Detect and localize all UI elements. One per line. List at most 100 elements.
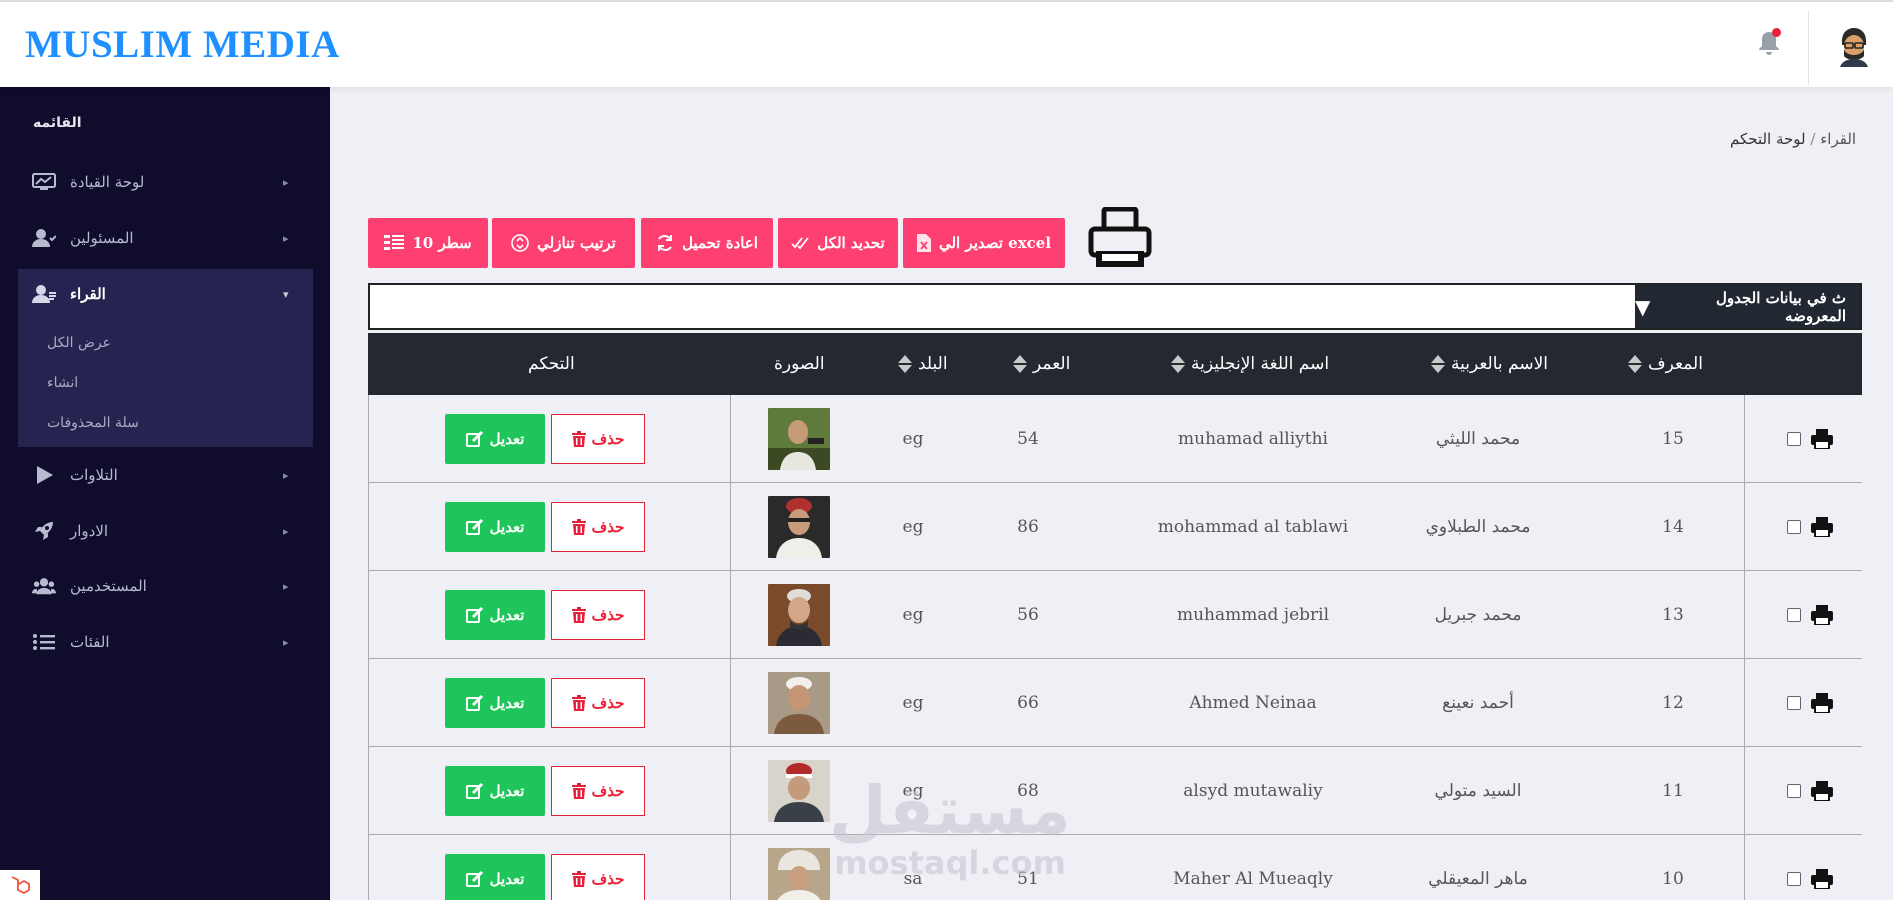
excel-file-icon bbox=[916, 234, 931, 252]
watermark: مستقل mostaql.com bbox=[820, 775, 1080, 885]
sidebar-item-label: الادوار bbox=[70, 522, 109, 540]
row-print-icon[interactable] bbox=[1811, 692, 1833, 713]
delete-label: حذف bbox=[591, 605, 625, 624]
th-photo-label: الصورة bbox=[774, 354, 825, 374]
row-checkbox[interactable] bbox=[1787, 431, 1801, 446]
cell-name-en: alsyd mutawaliy bbox=[1183, 780, 1323, 801]
breadcrumb-current[interactable]: القراء bbox=[1820, 130, 1856, 148]
search-input[interactable] bbox=[370, 285, 1635, 328]
sidebar-item-admins[interactable]: المسئولين ▸ bbox=[18, 214, 313, 262]
delete-button[interactable]: حذف bbox=[551, 413, 645, 464]
row-checkbox[interactable] bbox=[1787, 607, 1801, 622]
delete-button[interactable]: حذف bbox=[551, 765, 645, 816]
sidebar-item-dashboard[interactable]: لوحة القيادة ▸ bbox=[18, 158, 313, 206]
th-age[interactable]: العمر bbox=[1013, 333, 1070, 395]
row-checkbox[interactable] bbox=[1787, 871, 1801, 886]
edit-label: تعديل bbox=[489, 605, 525, 624]
edit-label: تعديل bbox=[489, 693, 525, 712]
row-print-icon[interactable] bbox=[1811, 780, 1833, 801]
row-checkbox[interactable] bbox=[1787, 519, 1801, 534]
rocket-icon bbox=[32, 521, 56, 541]
edit-icon bbox=[465, 606, 483, 623]
chevron-right-icon: ▸ bbox=[283, 635, 289, 649]
sidebar-item-recitations[interactable]: التلاوات ▸ bbox=[18, 451, 313, 499]
sidebar-item-readers[interactable]: القراء ▾ bbox=[18, 270, 313, 318]
chevron-right-icon: ▸ bbox=[283, 524, 289, 538]
laravel-logo-icon bbox=[0, 870, 40, 900]
row-print-icon[interactable] bbox=[1811, 604, 1833, 625]
delete-button[interactable]: حذف bbox=[551, 853, 645, 900]
sidebar-item-roles[interactable]: الادوار ▸ bbox=[18, 507, 313, 555]
cell-name-en: Ahmed Neinaa bbox=[1189, 692, 1317, 713]
edit-button[interactable]: تعديل bbox=[445, 765, 545, 816]
edit-button[interactable]: تعديل bbox=[445, 677, 545, 728]
cell-photo bbox=[768, 659, 830, 746]
sidebar-subitem-create[interactable]: انشاء bbox=[47, 375, 78, 391]
edit-button[interactable]: تعديل bbox=[445, 413, 545, 464]
delete-label: حذف bbox=[591, 517, 625, 536]
chevron-down-icon: ▾ bbox=[283, 287, 289, 301]
sidebar-item-users[interactable]: المستخدمين ▸ bbox=[18, 562, 313, 610]
reader-photo bbox=[768, 583, 830, 646]
cell-name-en: mohammad al tablawi bbox=[1157, 516, 1349, 537]
select-all-button[interactable]: تحديد الكل bbox=[778, 218, 898, 268]
row-checkbox[interactable] bbox=[1787, 783, 1801, 798]
edit-button[interactable]: تعديل bbox=[445, 589, 545, 640]
row-print-icon[interactable] bbox=[1811, 516, 1833, 537]
th-name-ar-label: الاسم بالعربية bbox=[1451, 354, 1549, 374]
brand-logo[interactable]: MUSLIM MEDIA bbox=[25, 22, 340, 67]
cell-name-en: Maher Al Mueaqly bbox=[1173, 868, 1333, 889]
sort-icon bbox=[1171, 354, 1185, 374]
reload-button[interactable]: اعادة تحميل bbox=[641, 218, 773, 268]
cell-id: 15 bbox=[1662, 428, 1684, 449]
th-name-en[interactable]: اسم اللغة الإنجليزية bbox=[1171, 333, 1329, 395]
cell-name-ar: أحمد نعينع bbox=[1442, 692, 1514, 713]
list-icon bbox=[32, 632, 56, 652]
delete-label: حذف bbox=[591, 869, 625, 888]
delete-button[interactable]: حذف bbox=[551, 677, 645, 728]
delete-button[interactable]: حذف bbox=[551, 501, 645, 552]
play-icon bbox=[32, 465, 56, 485]
cell-control: تعديل حذف bbox=[445, 747, 645, 834]
sidebar: القائمه لوحة القيادة ▸ المسئولين ▸ القرا… bbox=[0, 87, 330, 900]
th-id[interactable]: المعرف bbox=[1628, 333, 1703, 395]
th-country[interactable]: البلد bbox=[898, 333, 948, 395]
edit-button[interactable]: تعديل bbox=[445, 853, 545, 900]
th-control-label: التحكم bbox=[528, 354, 575, 374]
export-excel-button[interactable]: تصدير الي excel bbox=[903, 218, 1065, 268]
row-select-cell bbox=[1770, 659, 1850, 746]
th-name-ar[interactable]: الاسم بالعربية bbox=[1431, 333, 1548, 395]
row-checkbox[interactable] bbox=[1787, 695, 1801, 710]
row-print-icon[interactable] bbox=[1811, 868, 1833, 889]
edit-button[interactable]: تعديل bbox=[445, 501, 545, 552]
user-avatar[interactable] bbox=[1836, 27, 1872, 67]
delete-label: حذف bbox=[591, 429, 625, 448]
row-print-icon[interactable] bbox=[1811, 428, 1833, 449]
sidebar-subitem-trash[interactable]: سلة المحذوفات bbox=[47, 415, 139, 431]
row-select-cell bbox=[1770, 571, 1850, 658]
sidebar-item-label: المستخدمين bbox=[70, 577, 147, 595]
breadcrumb-home[interactable]: لوحة التحكم bbox=[1730, 130, 1806, 148]
sidebar-item-categories[interactable]: الفئات ▸ bbox=[18, 618, 313, 666]
table-row: 12 أحمد نعينع Ahmed Neinaa 66 eg تعديل ح… bbox=[368, 659, 1862, 747]
triangle-down-icon: ▼ bbox=[1635, 294, 1651, 319]
delete-button[interactable]: حذف bbox=[551, 589, 645, 640]
printer-icon[interactable] bbox=[1088, 207, 1152, 269]
table-search: ث في بيانات الجدول المعروضه ▼ bbox=[368, 283, 1862, 330]
sort-descending-button[interactable]: ترتيب تنازلي bbox=[492, 218, 635, 268]
dashboard-icon bbox=[32, 172, 56, 192]
cell-control: تعديل حذف bbox=[445, 571, 645, 658]
row-select-cell bbox=[1770, 747, 1850, 834]
cell-age: 86 bbox=[1017, 516, 1039, 537]
chevron-right-icon: ▸ bbox=[283, 231, 289, 245]
rows-per-page-button[interactable]: 10 سطر bbox=[368, 218, 488, 268]
edit-icon bbox=[465, 518, 483, 535]
cell-name-ar: ماهر المعيقلي bbox=[1428, 868, 1528, 889]
table-row: 14 محمد الطبلاوي mohammad al tablawi 86 … bbox=[368, 483, 1862, 571]
trash-icon bbox=[571, 694, 586, 711]
sidebar-subitem-view-all[interactable]: عرض الكل bbox=[47, 335, 111, 351]
reader-photo bbox=[768, 671, 830, 734]
search-label[interactable]: ث في بيانات الجدول المعروضه ▼ bbox=[1635, 285, 1860, 328]
table-row: 11 السيد متولي alsyd mutawaliy 68 eg تعد… bbox=[368, 747, 1862, 835]
row-select-cell bbox=[1770, 395, 1850, 482]
